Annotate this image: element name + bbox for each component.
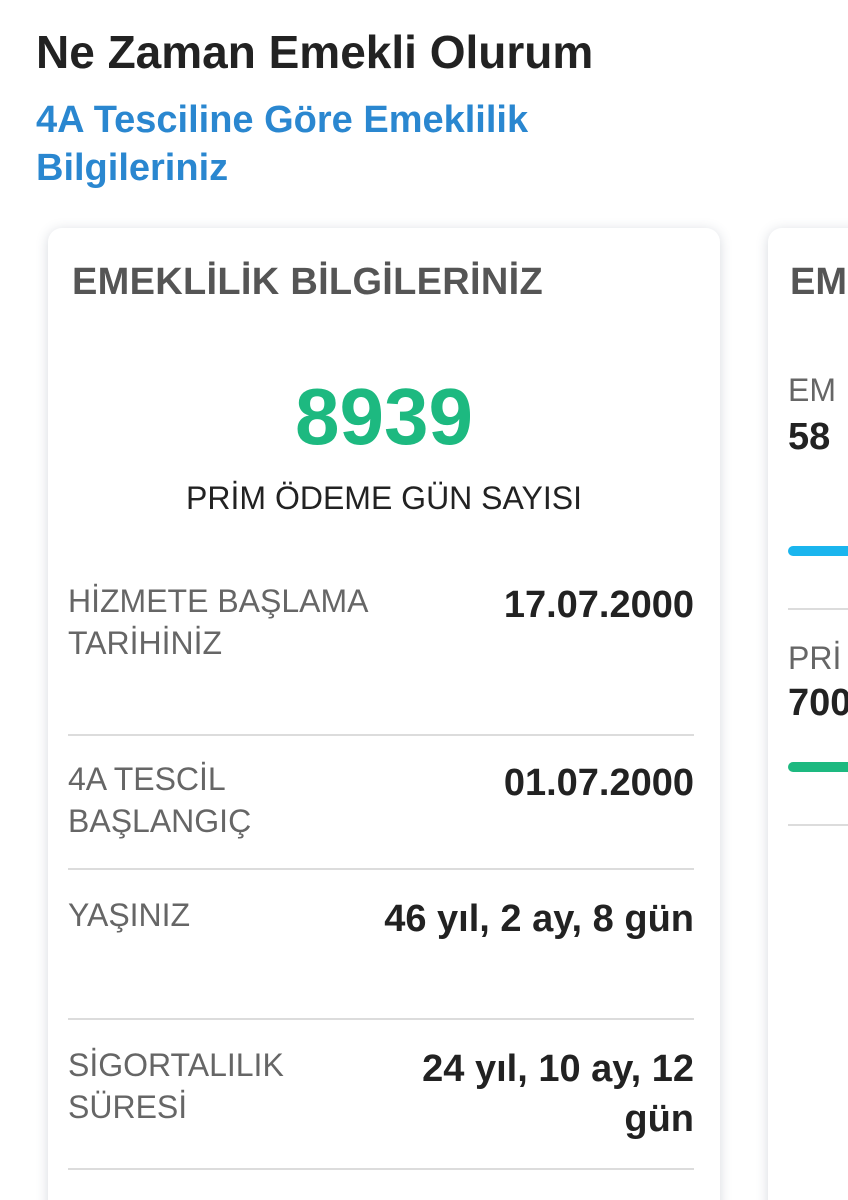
divider	[68, 868, 694, 870]
info-value: 01.07.2000	[503, 762, 694, 804]
divider	[788, 824, 848, 826]
page-subtitle: 4A Tesciline Göre Emeklilik Bilgileriniz	[36, 99, 529, 189]
prim-days-count: 8939	[295, 372, 473, 461]
info-value: 17.07.2000	[503, 584, 694, 626]
info-label: 4A TESCİL BAŞLANGIÇ	[68, 761, 252, 839]
info-label: SİGORTALILIK SÜRESİ	[68, 1047, 284, 1125]
page: Ne Zaman Emekli Olurum 4A Tesciline Göre…	[0, 0, 848, 1200]
info-label: HİZMETE BAŞLAMA TARİHİNİZ	[68, 583, 367, 661]
retirement-info-card: EMEKLİLİK BİLGİLERİNİZ 8939 PRİM ÖDEME G…	[48, 228, 720, 1200]
prim-days-caption: PRİM ÖDEME GÜN SAYISI	[186, 480, 582, 516]
progress-bar-green	[788, 762, 848, 772]
side-item-label: PRİ	[788, 640, 842, 676]
side-info-card: EM EM 58 PRİ 700	[768, 228, 848, 1200]
info-value: 46 yıl, 2 ay, 8 gün	[384, 898, 694, 940]
side-item-value: 700	[788, 682, 848, 724]
divider	[788, 608, 848, 610]
page-title: Ne Zaman Emekli Olurum	[36, 26, 594, 78]
divider	[68, 734, 694, 736]
info-value: 24 yıl, 10 ay, 12 gün	[422, 1048, 694, 1140]
info-label: YAŞINIZ	[68, 897, 191, 933]
side-item-label: EM	[788, 372, 836, 408]
side-item-value: 58	[788, 416, 831, 458]
side-card-title: EM	[790, 261, 847, 303]
progress-bar-blue	[788, 546, 848, 556]
divider	[68, 1018, 694, 1020]
divider	[68, 1168, 694, 1170]
card-title: EMEKLİLİK BİLGİLERİNİZ	[72, 261, 544, 303]
